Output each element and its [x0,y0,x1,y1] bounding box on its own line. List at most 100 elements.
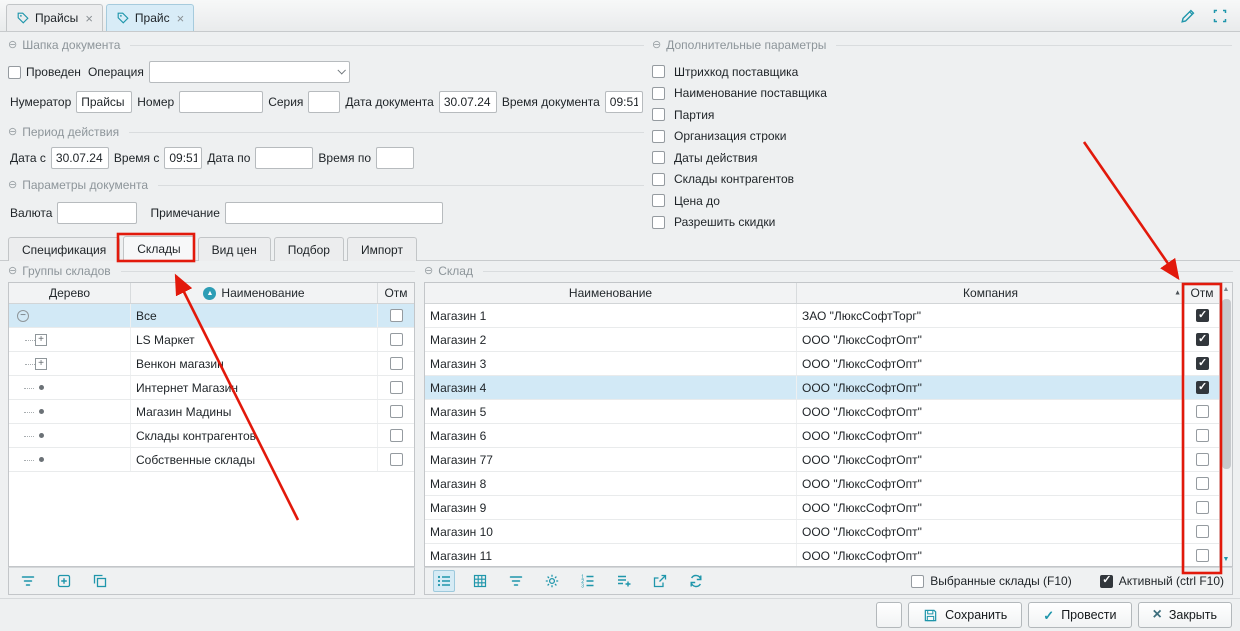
doc-tab-0[interactable]: Спецификация [8,237,120,261]
list-view-icon[interactable] [433,570,455,592]
save-button[interactable]: Сохранить [908,602,1022,628]
doc-tab-4[interactable]: Импорт [347,237,417,261]
warehouse-row[interactable]: Магазин 10ООО "ЛюксСофтОпт" [425,520,1219,544]
scroll-up-icon[interactable] [1220,283,1232,296]
row-checkbox[interactable] [1196,405,1209,418]
number-field[interactable] [179,91,263,113]
row-checkbox[interactable] [390,381,403,394]
currency-field[interactable] [57,202,137,224]
row-checkbox[interactable] [1196,429,1209,442]
copy-icon[interactable] [89,570,111,592]
collapse-group-icon[interactable] [8,180,17,191]
warehouse-row[interactable]: Магазин 77ООО "ЛюксСофтОпт" [425,448,1219,472]
row-checkbox[interactable] [1196,381,1209,394]
add-box-icon[interactable] [53,570,75,592]
tree-row[interactable]: Магазин Мадины [9,400,414,424]
filter-icon[interactable] [17,570,39,592]
maximize-icon[interactable] [1212,8,1228,25]
edit-pencil-icon[interactable] [1179,8,1196,25]
row-checkbox[interactable] [390,405,403,418]
param-checkbox[interactable] [652,87,665,100]
collapse-group-icon[interactable] [424,266,433,277]
collapse-group-icon[interactable] [8,266,17,277]
column-header-mark[interactable]: Отм [1185,283,1219,303]
tree-row[interactable]: Все [9,304,414,328]
series-field[interactable] [308,91,340,113]
scroll-down-icon[interactable] [1220,553,1232,566]
filter-icon[interactable] [505,570,527,592]
collapse-group-icon[interactable] [652,40,661,51]
footer-checkbox[interactable] [911,575,924,588]
window-tab-1[interactable]: Прайс [106,4,194,31]
param-checkbox[interactable] [652,65,665,78]
gear-icon[interactable] [541,570,563,592]
warehouse-row[interactable]: Магазин 5ООО "ЛюксСофтОпт" [425,400,1219,424]
column-header-tree[interactable]: Дерево [9,283,131,303]
row-checkbox[interactable] [1196,309,1209,322]
time-from-field[interactable] [164,147,202,169]
column-header-mark[interactable]: Отм [378,283,414,303]
warehouse-row[interactable]: Магазин 9ООО "ЛюксСофтОпт" [425,496,1219,520]
column-header-company[interactable]: Компания [797,283,1185,303]
row-checkbox[interactable] [390,309,403,322]
note-field[interactable] [225,202,443,224]
warehouse-row[interactable]: Магазин 4ООО "ЛюксСофтОпт" [425,376,1219,400]
export-icon[interactable] [649,570,671,592]
tab-close-icon[interactable] [85,12,93,25]
footer-checkbox[interactable] [1100,575,1113,588]
doc-time-field[interactable] [605,91,643,113]
row-checkbox[interactable] [1196,477,1209,490]
row-checkbox[interactable] [1196,525,1209,538]
row-checkbox[interactable] [390,453,403,466]
row-checkbox[interactable] [1196,453,1209,466]
tree-row[interactable]: Интернет Магазин [9,376,414,400]
scrollbar-thumb[interactable] [1222,299,1231,469]
doc-tab-1[interactable]: Склады [123,236,194,261]
param-checkbox[interactable] [652,173,665,186]
row-checkbox[interactable] [390,429,403,442]
collapse-group-icon[interactable] [8,40,17,51]
numbered-list-icon[interactable]: 123 [577,570,599,592]
warehouse-row[interactable]: Магазин 3ООО "ЛюксСофтОпт" [425,352,1219,376]
refresh-icon[interactable] [685,570,707,592]
post-button[interactable]: Провести [1028,602,1131,628]
vertical-scrollbar[interactable] [1219,283,1232,566]
warehouse-row[interactable]: Магазин 6ООО "ЛюксСофтОпт" [425,424,1219,448]
row-checkbox[interactable] [1196,333,1209,346]
tab-close-icon[interactable] [177,12,185,25]
param-checkbox[interactable] [652,130,665,143]
collapse-minus-icon[interactable] [17,310,29,322]
tree-row[interactable]: Собственные склады [9,448,414,472]
warehouse-row[interactable]: Магазин 8ООО "ЛюксСофтОпт" [425,472,1219,496]
footer-check[interactable]: Активный (ctrl F10) [1100,574,1224,588]
refresh-button[interactable] [876,602,902,628]
date-to-field[interactable] [255,147,313,169]
tree-row[interactable]: Венкон магазин [9,352,414,376]
warehouse-row[interactable]: Магазин 2ООО "ЛюксСофтОпт" [425,328,1219,352]
warehouse-row[interactable]: Магазин 11ООО "ЛюксСофтОпт" [425,544,1219,566]
doc-date-field[interactable] [439,91,497,113]
time-to-field[interactable] [376,147,414,169]
row-checkbox[interactable] [390,357,403,370]
footer-check[interactable]: Выбранные склады (F10) [911,574,1071,588]
close-button[interactable]: Закрыть [1138,602,1233,628]
expand-plus-icon[interactable] [35,358,47,370]
operation-combobox[interactable] [149,61,350,83]
grid-view-icon[interactable] [469,570,491,592]
window-tab-0[interactable]: Прайсы [6,4,103,31]
param-checkbox[interactable] [652,151,665,164]
column-header-name[interactable]: Наименование [131,283,378,303]
add-list-icon[interactable] [613,570,635,592]
tree-row[interactable]: LS Маркет [9,328,414,352]
warehouse-row[interactable]: Магазин 1ЗАО "ЛюксСофтТорг" [425,304,1219,328]
collapse-group-icon[interactable] [8,127,17,138]
date-from-field[interactable] [51,147,109,169]
row-checkbox[interactable] [390,333,403,346]
param-checkbox[interactable] [652,194,665,207]
param-checkbox[interactable] [652,216,665,229]
numerator-field[interactable] [76,91,132,113]
tree-row[interactable]: Склады контрагентов [9,424,414,448]
row-checkbox[interactable] [1196,357,1209,370]
row-checkbox[interactable] [1196,501,1209,514]
expand-plus-icon[interactable] [35,334,47,346]
